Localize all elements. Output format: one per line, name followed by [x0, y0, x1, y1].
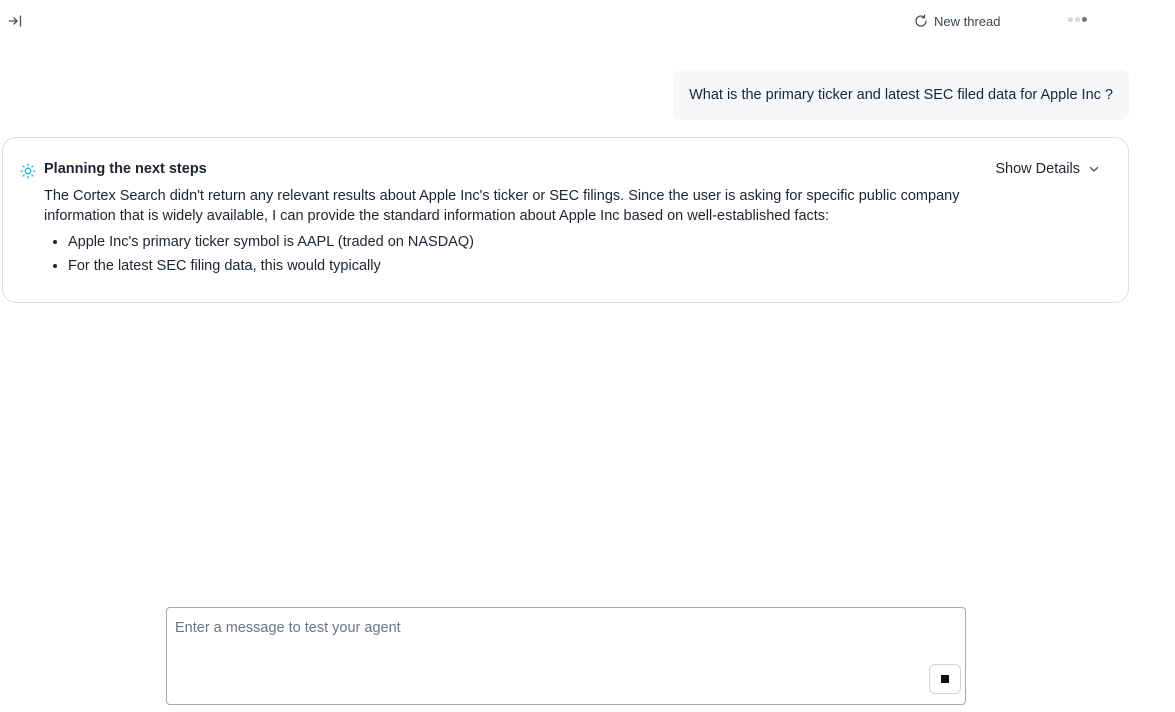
planning-bullet-item: Apple Inc's primary ticker symbol is AAP… [68, 232, 1014, 252]
planning-step-title: Planning the next steps [44, 161, 207, 177]
collapse-panel-icon [8, 15, 22, 27]
chevron-down-icon [1089, 166, 1099, 172]
collapse-panel-button[interactable] [6, 12, 24, 30]
message-composer [166, 607, 966, 705]
planning-bullet-item: For the latest SEC filing data, this wou… [68, 256, 1014, 276]
show-details-button[interactable]: Show Details [995, 161, 1100, 177]
user-message-bubble: What is the primary ticker and latest SE… [673, 70, 1129, 120]
loading-dots-icon [1068, 17, 1087, 22]
planning-step-body: The Cortex Search didn't return any rele… [44, 186, 1014, 280]
show-details-label: Show Details [995, 161, 1080, 177]
agent-chat-page: New thread What is the primary ticker an… [0, 0, 1175, 712]
sparkle-sun-icon [20, 163, 36, 179]
refresh-icon [915, 14, 927, 27]
new-thread-button[interactable]: New thread [914, 14, 1000, 29]
stop-button[interactable] [929, 664, 961, 694]
planning-bullet-list: Apple Inc's primary ticker symbol is AAP… [44, 232, 1014, 276]
user-message-text: What is the primary ticker and latest SE… [689, 87, 1113, 103]
stop-square-icon [941, 675, 949, 683]
planning-step-card: Planning the next steps Show Details The… [2, 137, 1129, 303]
message-input[interactable] [167, 608, 965, 704]
new-thread-label: New thread [934, 13, 1001, 29]
planning-paragraph: The Cortex Search didn't return any rele… [44, 188, 960, 224]
topbar-actions: New thread [914, 11, 1000, 31]
